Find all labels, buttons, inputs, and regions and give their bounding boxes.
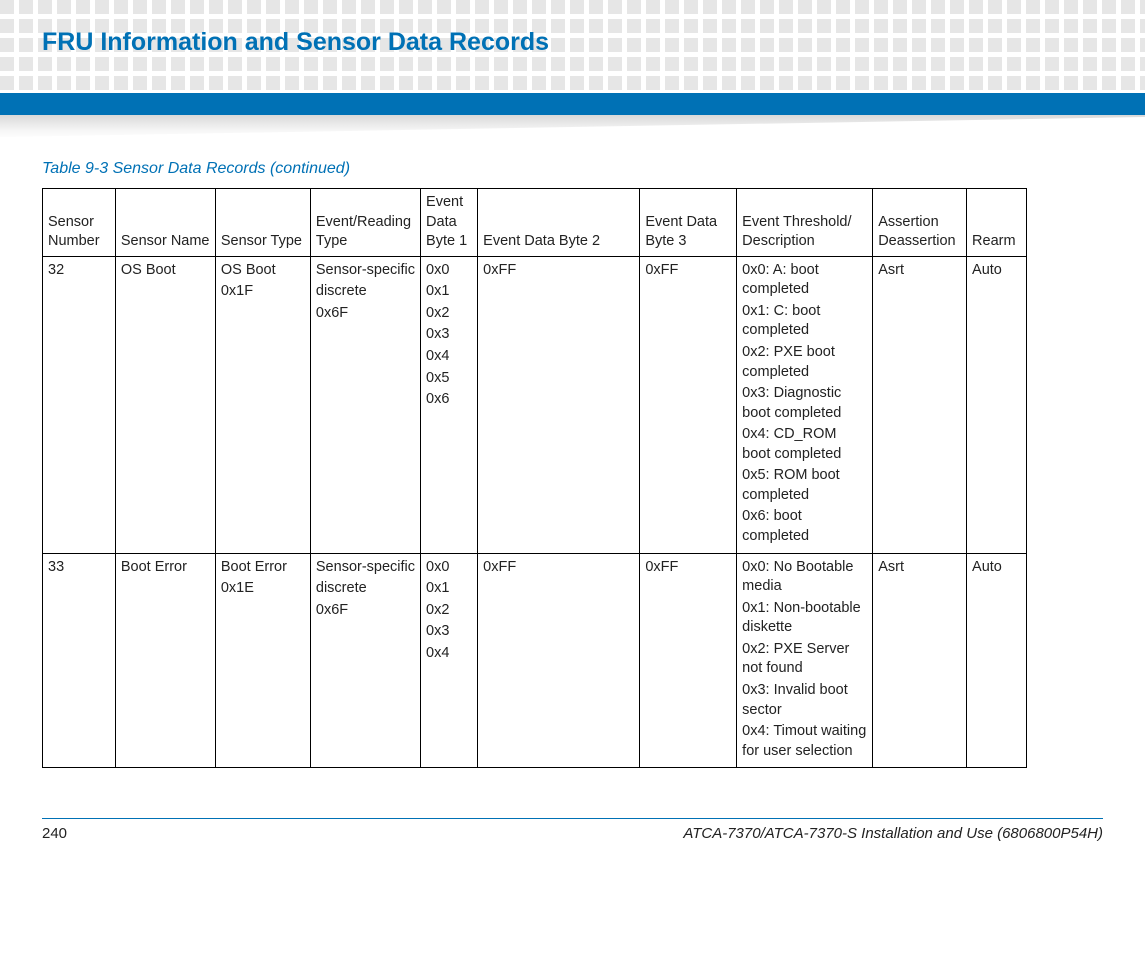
cell-sensor-name: OS Boot — [115, 256, 215, 553]
cell-event-threshold-desc-line: 0x5: ROM boot completed — [742, 466, 867, 505]
col-event-reading-type: Event/Reading Type — [310, 189, 420, 257]
cell-event-threshold-desc-line: 0x4: Timout waiting for user selection — [742, 722, 867, 761]
header-blue-bar — [0, 93, 1145, 115]
page-footer: 240 ATCA-7370/ATCA-7370-S Installation a… — [42, 818, 1103, 842]
cell-rearm: Auto — [967, 553, 1027, 768]
table-row: 32OS BootOS Boot0x1FSensor-specificdiscr… — [43, 256, 1027, 553]
table-header-row: Sensor Number Sensor Name Sensor Type Ev… — [43, 189, 1027, 257]
cell-sensor-number: 32 — [43, 256, 116, 553]
cell-assertion-deassertion: Asrt — [873, 256, 967, 553]
page-content: Table 9-3 Sensor Data Records (continued… — [0, 160, 1145, 768]
col-event-data-byte3: Event Data Byte 3 — [640, 189, 737, 257]
page-number: 240 — [42, 825, 67, 842]
cell-event-data-byte1-line: 0x4 — [426, 347, 472, 367]
cell-assertion-deassertion: Asrt — [873, 553, 967, 768]
cell-event-data-byte3: 0xFF — [640, 256, 737, 553]
col-event-data-byte1: Event Data Byte 1 — [421, 189, 478, 257]
cell-event-reading-type: Sensor-specificdiscrete0x6F — [310, 256, 420, 553]
cell-event-data-byte1-line: 0x2 — [426, 304, 472, 324]
col-sensor-type: Sensor Type — [215, 189, 310, 257]
chapter-title: FRU Information and Sensor Data Records — [42, 28, 1145, 57]
cell-event-data-byte3: 0xFF — [640, 553, 737, 768]
cell-sensor-type: OS Boot0x1F — [215, 256, 310, 553]
cell-sensor-name: Boot Error — [115, 553, 215, 768]
cell-event-threshold-desc-line: 0x2: PXE Server not found — [742, 640, 867, 679]
cell-event-reading-type-line: discrete — [316, 579, 415, 599]
cell-event-threshold-desc-line: 0x3: Invalid boot sector — [742, 681, 867, 720]
cell-event-data-byte1-line: 0x3 — [426, 325, 472, 345]
cell-event-reading-type-line: 0x6F — [316, 304, 415, 324]
col-event-data-byte2: Event Data Byte 2 — [478, 189, 640, 257]
doc-title: ATCA-7370/ATCA-7370-S Installation and U… — [683, 825, 1103, 842]
col-assertion-deassertion: Assertion Deassertion — [873, 189, 967, 257]
cell-sensor-type-line: 0x1E — [221, 579, 305, 599]
sensor-data-table: Sensor Number Sensor Name Sensor Type Ev… — [42, 188, 1027, 768]
chapter-header: FRU Information and Sensor Data Records — [0, 0, 1145, 57]
cell-event-data-byte1: 0x00x10x20x30x4 — [421, 553, 478, 768]
cell-event-data-byte2: 0xFF — [478, 553, 640, 768]
cell-event-threshold-desc-line: 0x1: Non-bootable diskette — [742, 599, 867, 638]
cell-event-reading-type-line: 0x6F — [316, 601, 415, 621]
cell-event-threshold-desc: 0x0: No Bootable media0x1: Non-bootable … — [737, 553, 873, 768]
cell-event-reading-type-line: Sensor-specific — [316, 558, 415, 578]
cell-event-reading-type-line: Sensor-specific — [316, 261, 415, 281]
cell-rearm: Auto — [967, 256, 1027, 553]
cell-sensor-number: 33 — [43, 553, 116, 768]
table-row: 33 Boot ErrorBoot Error0x1ESensor-specif… — [43, 553, 1027, 768]
col-sensor-number: Sensor Number — [43, 189, 116, 257]
header-shadow-bar — [0, 115, 1145, 140]
col-sensor-name: Sensor Name — [115, 189, 215, 257]
cell-sensor-type: Boot Error0x1E — [215, 553, 310, 768]
cell-event-threshold-desc: 0x0: A: boot completed0x1: C: boot compl… — [737, 256, 873, 553]
cell-sensor-type-line: 0x1F — [221, 282, 305, 302]
cell-event-threshold-desc-line: 0x4: CD_ROM boot completed — [742, 425, 867, 464]
cell-event-data-byte1-line: 0x0 — [426, 261, 472, 281]
cell-event-threshold-desc-line: 0x6: boot completed — [742, 507, 867, 546]
col-event-threshold-desc: Event Threshold/ Description — [737, 189, 873, 257]
cell-sensor-type-line: Boot Error — [221, 558, 305, 578]
cell-event-threshold-desc-line: 0x1: C: boot completed — [742, 302, 867, 341]
cell-event-threshold-desc-line: 0x0: No Bootable media — [742, 558, 867, 597]
cell-event-data-byte1-line: 0x1 — [426, 579, 472, 599]
cell-event-data-byte1-line: 0x4 — [426, 644, 472, 664]
col-rearm: Rearm — [967, 189, 1027, 257]
cell-event-threshold-desc-line: 0x2: PXE boot completed — [742, 343, 867, 382]
cell-event-reading-type-line: discrete — [316, 282, 415, 302]
table-caption: Table 9-3 Sensor Data Records (continued… — [42, 160, 1103, 178]
cell-event-data-byte2: 0xFF — [478, 256, 640, 553]
cell-event-data-byte1-line: 0x2 — [426, 601, 472, 621]
cell-sensor-type-line: OS Boot — [221, 261, 305, 281]
cell-event-threshold-desc-line: 0x3: Diagnostic boot completed — [742, 384, 867, 423]
cell-event-threshold-desc-line: 0x0: A: boot completed — [742, 261, 867, 300]
cell-event-reading-type: Sensor-specificdiscrete0x6F — [310, 553, 420, 768]
cell-event-data-byte1-line: 0x5 — [426, 369, 472, 389]
cell-event-data-byte1: 0x00x10x20x30x40x50x6 — [421, 256, 478, 553]
cell-event-data-byte1-line: 0x0 — [426, 558, 472, 578]
cell-event-data-byte1-line: 0x6 — [426, 390, 472, 410]
cell-event-data-byte1-line: 0x1 — [426, 282, 472, 302]
cell-event-data-byte1-line: 0x3 — [426, 622, 472, 642]
